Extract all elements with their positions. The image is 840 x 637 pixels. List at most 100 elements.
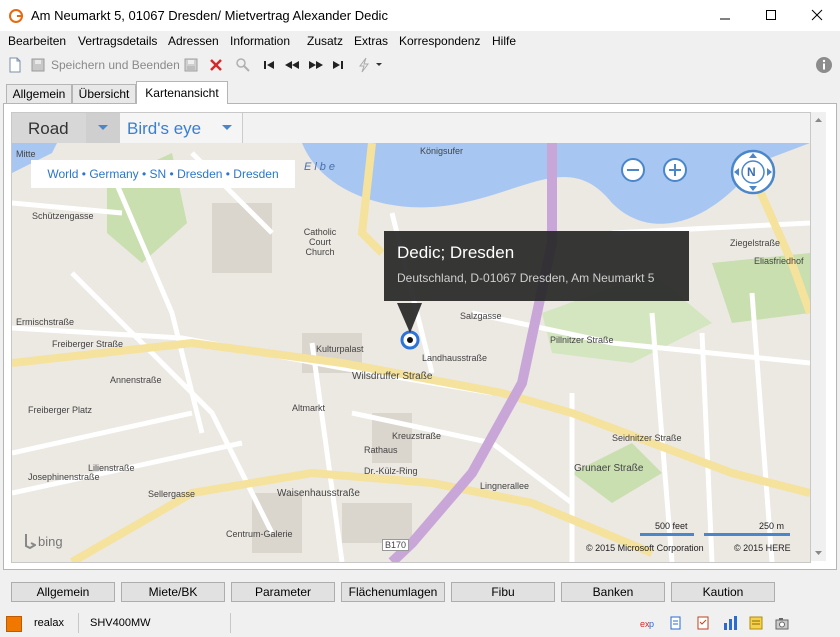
map-label: Rathaus: [364, 445, 398, 455]
title-bar: Am Neumarkt 5, 01067 Dresden/ Mietvertra…: [0, 0, 840, 31]
bar-chart-icon[interactable]: [722, 615, 738, 631]
map-label: Königsufer: [420, 146, 464, 156]
info-button[interactable]: [815, 56, 833, 74]
fibu-button[interactable]: Fibu: [451, 582, 555, 602]
document-icon[interactable]: [668, 615, 684, 631]
export-icon[interactable]: ex p: [640, 615, 656, 631]
compass-north-label: N: [747, 165, 756, 179]
chevron-down-icon: [222, 125, 232, 130]
first-icon: [264, 61, 274, 69]
map-view[interactable]: Road Bird's eye World • Germany • SN • D…: [11, 112, 811, 563]
menu-korrespondenz[interactable]: Korrespondenz: [399, 34, 480, 48]
checklist-icon[interactable]: [695, 615, 711, 631]
status-bar: realax SHV400MW ex p: [0, 610, 840, 637]
menu-adressen[interactable]: Adressen: [168, 34, 219, 48]
save-button[interactable]: [183, 56, 199, 74]
toolbar: Speichern und Beenden: [0, 52, 840, 78]
next-record-button[interactable]: [308, 56, 324, 74]
bing-logo: bing: [24, 533, 63, 549]
window-title: Am Neumarkt 5, 01067 Dresden/ Mietvertra…: [31, 8, 388, 23]
map-label: Josephinenstraße: [28, 472, 100, 482]
map-label: Elbe: [304, 161, 339, 173]
save-and-close-label: Speichern und Beenden: [51, 58, 180, 72]
popup-title: Dedic; Dresden: [397, 243, 515, 262]
road-dropdown-button[interactable]: [86, 113, 120, 143]
close-button[interactable]: [794, 0, 840, 30]
save-icon: [184, 58, 198, 72]
zoom-in-button[interactable]: [662, 157, 688, 183]
map-label: Ermischstraße: [16, 317, 75, 327]
map-style-bar: Road Bird's eye: [12, 113, 810, 143]
location-popup[interactable]: Dedic; Dresden Deutschland, D-01067 Dres…: [384, 231, 689, 301]
map-label: Mitte: [16, 149, 36, 159]
menu-hilfe[interactable]: Hilfe: [492, 34, 516, 48]
status-server: SHV400MW: [86, 613, 231, 633]
tab-uebersicht[interactable]: Übersicht: [72, 84, 136, 103]
bottom-button-bar: Allgemein Miete/BK Parameter Flächenumla…: [3, 576, 835, 604]
map-label: Wilsdruffer Straße: [352, 371, 433, 382]
close-icon: [811, 9, 823, 21]
new-button[interactable]: [7, 56, 23, 74]
map-label: Kulturpalast: [316, 344, 364, 354]
menu-vertragsdetails[interactable]: Vertragsdetails: [78, 34, 157, 48]
rewind-icon: [285, 61, 299, 69]
copyright-microsoft: © 2015 Microsoft Corporation: [586, 543, 704, 553]
menu-bearbeiten[interactable]: Bearbeiten: [8, 34, 66, 48]
birdseye-dropdown-button[interactable]: [212, 113, 242, 143]
chevron-down-icon: [98, 125, 108, 130]
bing-icon: [25, 534, 36, 549]
save-close-icon: [31, 58, 45, 72]
birdseye-view-label: Bird's eye: [127, 119, 202, 138]
map-label: Lilienstraße: [88, 463, 135, 473]
map-breadcrumb[interactable]: World • Germany • SN • Dresden • Dresden: [31, 160, 295, 188]
first-record-button[interactable]: [262, 56, 276, 74]
scroll-down-icon[interactable]: [811, 546, 826, 561]
tab-allgemein[interactable]: Allgemein: [6, 84, 72, 103]
miete-bk-button[interactable]: Miete/BK: [121, 582, 225, 602]
map-label: Eliasfriedhof: [754, 256, 804, 266]
zoom-out-button[interactable]: [620, 157, 646, 183]
save-and-close-button[interactable]: Speichern und Beenden: [30, 56, 180, 74]
scroll-up-icon[interactable]: [811, 112, 826, 127]
scale-meter-label: 250 m: [759, 521, 785, 531]
last-record-button[interactable]: [331, 56, 345, 74]
vertical-scrollbar[interactable]: [811, 112, 826, 561]
map-label: Landhausstraße: [422, 353, 488, 363]
menu-information[interactable]: Information: [230, 34, 290, 48]
menu-zusatz[interactable]: Zusatz: [307, 34, 343, 48]
flaechenumlagen-button[interactable]: Flächenumlagen: [341, 582, 445, 602]
camera-icon[interactable]: [774, 615, 790, 631]
tab-strip: Allgemein Übersicht Kartenansicht: [0, 80, 840, 104]
minimize-button[interactable]: [702, 0, 748, 30]
actions-dropdown[interactable]: [355, 56, 385, 74]
chevron-down-icon: [376, 63, 382, 66]
svg-text:p: p: [649, 619, 654, 629]
tab-kartenansicht[interactable]: Kartenansicht: [136, 81, 228, 104]
status-indicator: [6, 616, 22, 632]
map-label: Dr.-Külz-Ring: [364, 466, 418, 476]
scale-feet-label: 500 feet: [655, 521, 688, 531]
banken-button[interactable]: Banken: [561, 582, 665, 602]
last-icon: [333, 61, 343, 69]
status-user: realax: [30, 613, 79, 633]
note-icon[interactable]: [748, 615, 764, 631]
search-button[interactable]: [235, 56, 251, 74]
birdseye-view-button[interactable]: Bird's eye: [120, 113, 243, 143]
cancel-button[interactable]: [208, 56, 224, 74]
previous-record-button[interactable]: [284, 56, 300, 74]
kaution-button[interactable]: Kaution: [671, 582, 775, 602]
maximize-button[interactable]: [748, 0, 794, 30]
menu-bar: Bearbeiten Vertragsdetails Adressen Info…: [0, 31, 840, 51]
parameter-button[interactable]: Parameter: [231, 582, 335, 602]
scale-bar-feet: [640, 533, 694, 536]
delete-x-icon: [210, 59, 222, 71]
road-view-label: Road: [28, 119, 69, 138]
map-label: Freiberger Straße: [52, 339, 124, 349]
map-label: Seidnitzer Straße: [612, 433, 682, 443]
map-label: Freiberger Platz: [28, 405, 93, 415]
maximize-icon: [766, 10, 776, 20]
allgemein-button[interactable]: Allgemein: [11, 582, 115, 602]
map-label: Kreuzstraße: [392, 431, 442, 441]
menu-extras[interactable]: Extras: [354, 34, 388, 48]
road-view-button[interactable]: Road: [12, 113, 120, 143]
